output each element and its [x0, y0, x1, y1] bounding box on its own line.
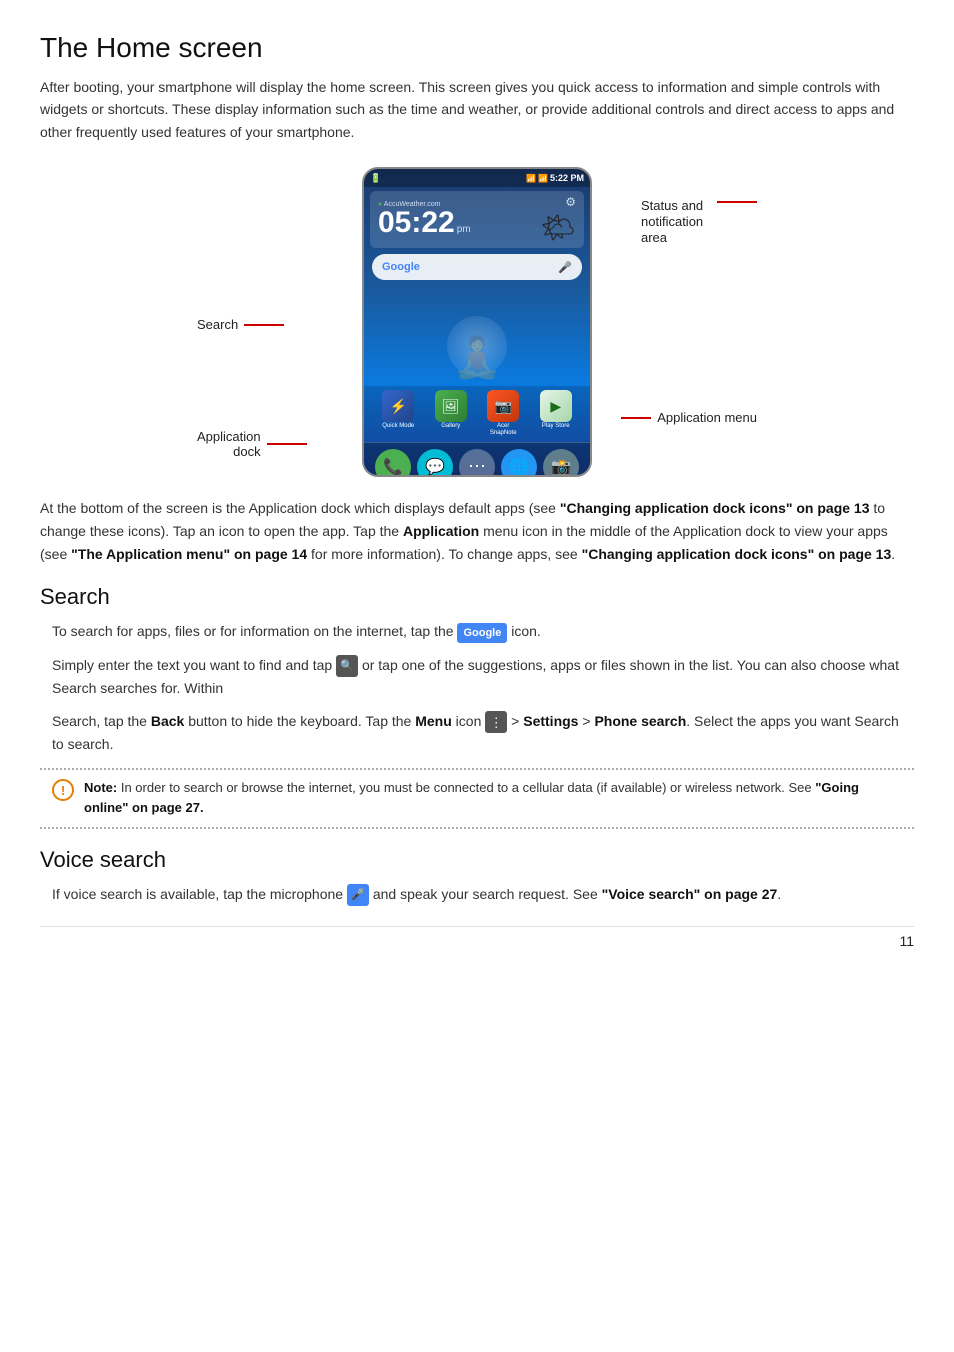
phone-wallpaper: 🧘 — [364, 286, 590, 386]
quick-mode-label: Quick Mode — [382, 423, 414, 430]
callout-app-menu-line — [621, 417, 651, 419]
weather-sun-icon: 🌤 — [540, 211, 576, 244]
weather-period: pm — [457, 224, 471, 235]
callout-app-menu: Application menu — [621, 410, 757, 425]
menu-dots-icon: ⋮ — [485, 711, 507, 733]
app-quick-mode: ⚡ Quick Mode — [382, 390, 414, 437]
gallery-icon-box: 🖼 — [435, 390, 467, 422]
link-app-menu: "The Application menu" on page 14 — [71, 546, 307, 562]
google-search-bar[interactable]: Google 🎤 — [372, 254, 582, 280]
note-box: ! Note: In order to search or browse the… — [40, 768, 914, 828]
dock-browser-icon: 🌐 — [501, 449, 537, 478]
note-text: Note: In order to search or browse the i… — [84, 778, 900, 818]
voice-search-title: Voice search — [40, 847, 914, 873]
search-icon: 🔍 — [336, 655, 358, 677]
callout-search-label: Search — [197, 317, 238, 332]
body-paragraph: At the bottom of the screen is the Appli… — [40, 497, 914, 566]
app-icons-row: ⚡ Quick Mode 🖼 Gallery 📷 AcerSnapNote ▶ … — [364, 386, 590, 441]
phone-frame: 🔋 📶 📶 5:22 PM ● AccuWeather.com — [362, 167, 592, 477]
callout-app-dock-line — [267, 443, 307, 445]
status-right-icons: 📶 📶 5:22 PM — [526, 173, 584, 183]
status-time: 5:22 PM — [550, 173, 584, 183]
google-logo-text: Google — [382, 261, 420, 273]
dock-apps-menu-icon: ⋯ — [459, 449, 495, 478]
callout-status: Status andnotification area — [641, 197, 757, 245]
page-number: 11 — [40, 926, 914, 949]
voice-search-para: If voice search is available, tap the mi… — [40, 883, 914, 906]
note-border-bottom — [40, 827, 914, 829]
weather-left: ● AccuWeather.com 05:22 pm — [378, 201, 471, 238]
application-dock: 📞 💬 ⋯ 🌐 📸 — [364, 442, 590, 478]
link-changing-dock-2: "Changing application dock icons" on pag… — [582, 546, 892, 562]
note-inner: ! Note: In order to search or browse the… — [40, 770, 914, 826]
dock-camera-icon: 📸 — [543, 449, 579, 478]
mic-icon: 🎤 — [558, 261, 572, 274]
battery-icon: 🔋 — [370, 173, 381, 184]
wifi-icon: 📶 — [526, 174, 536, 183]
link-changing-dock-1: "Changing application dock icons" on pag… — [560, 500, 870, 516]
callout-app-dock: Applicationdock — [197, 429, 307, 459]
search-para-2: Simply enter the text you want to find a… — [40, 654, 914, 700]
app-acer-snapnote: 📷 AcerSnapNote — [487, 390, 519, 437]
page-title: The Home screen — [40, 32, 914, 64]
callout-status-line — [717, 201, 757, 203]
gallery-label: Gallery — [441, 423, 460, 430]
callout-search-line — [244, 324, 284, 326]
diagram-container: 🔋 📶 📶 5:22 PM ● AccuWeather.com — [197, 167, 757, 477]
dock-phone-icon: 📞 — [375, 449, 411, 478]
search-para-3: Search, tap the Back button to hide the … — [40, 710, 914, 756]
callout-status-label: Status andnotification area — [641, 198, 703, 245]
quick-mode-icon-box: ⚡ — [382, 390, 414, 422]
callout-app-menu-label: Application menu — [657, 410, 757, 425]
snapnote-label: AcerSnapNote — [490, 423, 517, 437]
note-warning-icon: ! — [52, 779, 74, 801]
app-gallery: 🖼 Gallery — [435, 390, 467, 437]
google-badge: Google — [457, 623, 507, 643]
play-store-label: Play Store — [542, 423, 570, 430]
dock-messages-icon: 💬 — [417, 449, 453, 478]
intro-paragraph: After booting, your smartphone will disp… — [40, 76, 914, 143]
snapnote-icon-box: 📷 — [487, 390, 519, 422]
settings-gear-icon: ⚙ — [565, 195, 576, 209]
mic-badge-icon: 🎤 — [347, 884, 369, 906]
status-left-icons: 🔋 — [370, 173, 381, 184]
weather-time-display: 05:22 — [378, 208, 455, 238]
signal-icon: 📶 — [538, 174, 548, 183]
callout-app-dock-label: Applicationdock — [197, 429, 261, 459]
app-play-store: ▶ Play Store — [540, 390, 572, 437]
phone-diagram-wrapper: 🔋 📶 📶 5:22 PM ● AccuWeather.com — [40, 167, 914, 477]
weather-widget: ● AccuWeather.com 05:22 pm ⚙ 🌤 — [370, 191, 584, 248]
wallpaper-figure: 🧘 — [452, 334, 502, 381]
play-store-icon-box: ▶ — [540, 390, 572, 422]
search-section-title: Search — [40, 584, 914, 610]
callout-search: Search — [197, 317, 284, 332]
status-bar: 🔋 📶 📶 5:22 PM — [364, 169, 590, 187]
search-para-1: To search for apps, files or for informa… — [40, 620, 914, 643]
